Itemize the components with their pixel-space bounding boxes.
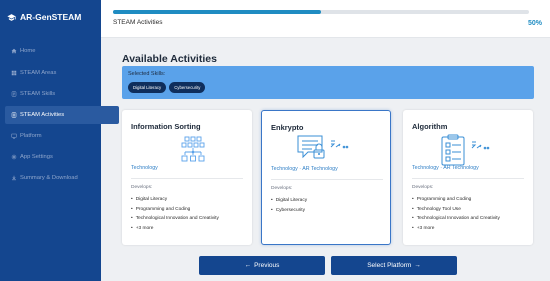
activity-card-algorithm[interactable]: Algorithm Technology · AR Technology Dev…	[403, 110, 533, 245]
develops-label: Develops:	[271, 186, 293, 191]
more-skills: +3 more	[412, 224, 500, 234]
list-item: Technological Innovation and Creativity	[131, 214, 219, 224]
develops-label: Develops:	[412, 185, 434, 190]
algorithm-clipboard-icon	[441, 134, 490, 166]
card-title: Algorithm	[412, 122, 448, 131]
card-category: Technology	[131, 165, 158, 171]
card-divider	[271, 179, 383, 180]
list-item: Technological Innovation and Creativity	[412, 214, 500, 224]
list-item: Cybersecurity	[271, 206, 307, 216]
select-platform-label: Select Platform	[367, 262, 412, 269]
encryption-illustration-icon	[297, 135, 349, 159]
gear-icon	[11, 154, 17, 160]
selected-skills-title: Selected Skills:	[128, 71, 166, 77]
activity-card-enkrypto[interactable]: Enkrypto Technology · AR Technology Deve…	[261, 110, 391, 245]
sidebar-item-steam-activities[interactable]: STEAM Activities	[5, 106, 119, 124]
app-brand[interactable]: AR-GenSTEAM	[7, 12, 81, 22]
grid-icon	[11, 70, 17, 76]
skill-chip: Cybersecurity	[169, 82, 206, 93]
page-title: Available Activities	[122, 53, 217, 65]
card-category: Technology · AR Technology	[412, 165, 479, 171]
download-icon	[12, 175, 16, 181]
card-category: Technology · AR Technology	[271, 166, 338, 172]
sidebar-item-label: STEAM Skills	[20, 91, 56, 97]
previous-button[interactable]: ← Previous	[199, 256, 325, 275]
progress-bar	[113, 10, 529, 14]
developed-skills-list: Digital Literacy Cybersecurity	[271, 196, 307, 215]
sidebar-item-platform[interactable]: Platform	[5, 127, 119, 145]
current-step-label: STEAM Activities	[113, 19, 163, 26]
list-item: Digital Literacy	[131, 195, 219, 205]
sidebar-item-label: Summary & Download	[20, 175, 78, 181]
activities-icon	[11, 112, 17, 118]
arrow-left-icon: ←	[244, 262, 252, 269]
develops-label: Develops:	[131, 185, 153, 190]
progress-fill	[113, 10, 321, 14]
sidebar-item-steam-areas[interactable]: STEAM Areas	[5, 64, 119, 82]
skills-icon	[11, 91, 17, 97]
sidebar: AR-GenSTEAM Home STEAM Areas STEAM Skill…	[0, 0, 119, 281]
sidebar-item-summary-download[interactable]: Summary & Download	[5, 169, 119, 187]
platform-icon	[11, 133, 17, 139]
select-platform-button[interactable]: Select Platform →	[331, 256, 457, 275]
selected-skills-panel: Selected Skills: Digital Literacy Cybers…	[122, 66, 534, 99]
app-title: AR-GenSTEAM	[20, 12, 82, 22]
more-skills: +3 more	[131, 224, 219, 234]
sidebar-item-label: STEAM Activities	[20, 112, 65, 118]
sidebar-item-label: App Settings	[20, 154, 53, 160]
skill-chip: Digital Literacy	[128, 82, 167, 93]
card-divider	[131, 178, 243, 179]
card-divider	[412, 178, 524, 179]
sidebar-item-home[interactable]: Home	[5, 42, 119, 60]
card-title: Information Sorting	[131, 122, 201, 131]
list-item: Technology Tool Use	[412, 205, 500, 215]
previous-button-label: Previous	[254, 262, 280, 269]
progress-header: STEAM Activities 50%	[101, 0, 550, 38]
card-title: Enkrypto	[271, 123, 304, 132]
sidebar-item-label: Home	[20, 48, 36, 54]
sorting-illustration-icon	[181, 136, 205, 162]
arrow-right-icon: →	[414, 262, 421, 269]
sidebar-item-label: STEAM Areas	[20, 70, 57, 76]
sidebar-item-steam-skills[interactable]: STEAM Skills	[5, 85, 119, 103]
graduation-cap-icon	[7, 13, 16, 21]
list-item: Programming and Coding	[131, 205, 219, 215]
progress-percent: 50%	[527, 20, 542, 27]
activity-card-information-sorting[interactable]: Information Sorting Technology Develops:…	[122, 110, 252, 245]
sidebar-item-label: Platform	[20, 133, 42, 139]
developed-skills-list: Programming and Coding Technology Tool U…	[412, 195, 500, 233]
list-item: Programming and Coding	[412, 195, 500, 205]
developed-skills-list: Digital Literacy Programming and Coding …	[131, 195, 219, 233]
sidebar-item-app-settings[interactable]: App Settings	[5, 148, 119, 166]
home-icon	[11, 48, 17, 54]
list-item: Digital Literacy	[271, 196, 307, 206]
